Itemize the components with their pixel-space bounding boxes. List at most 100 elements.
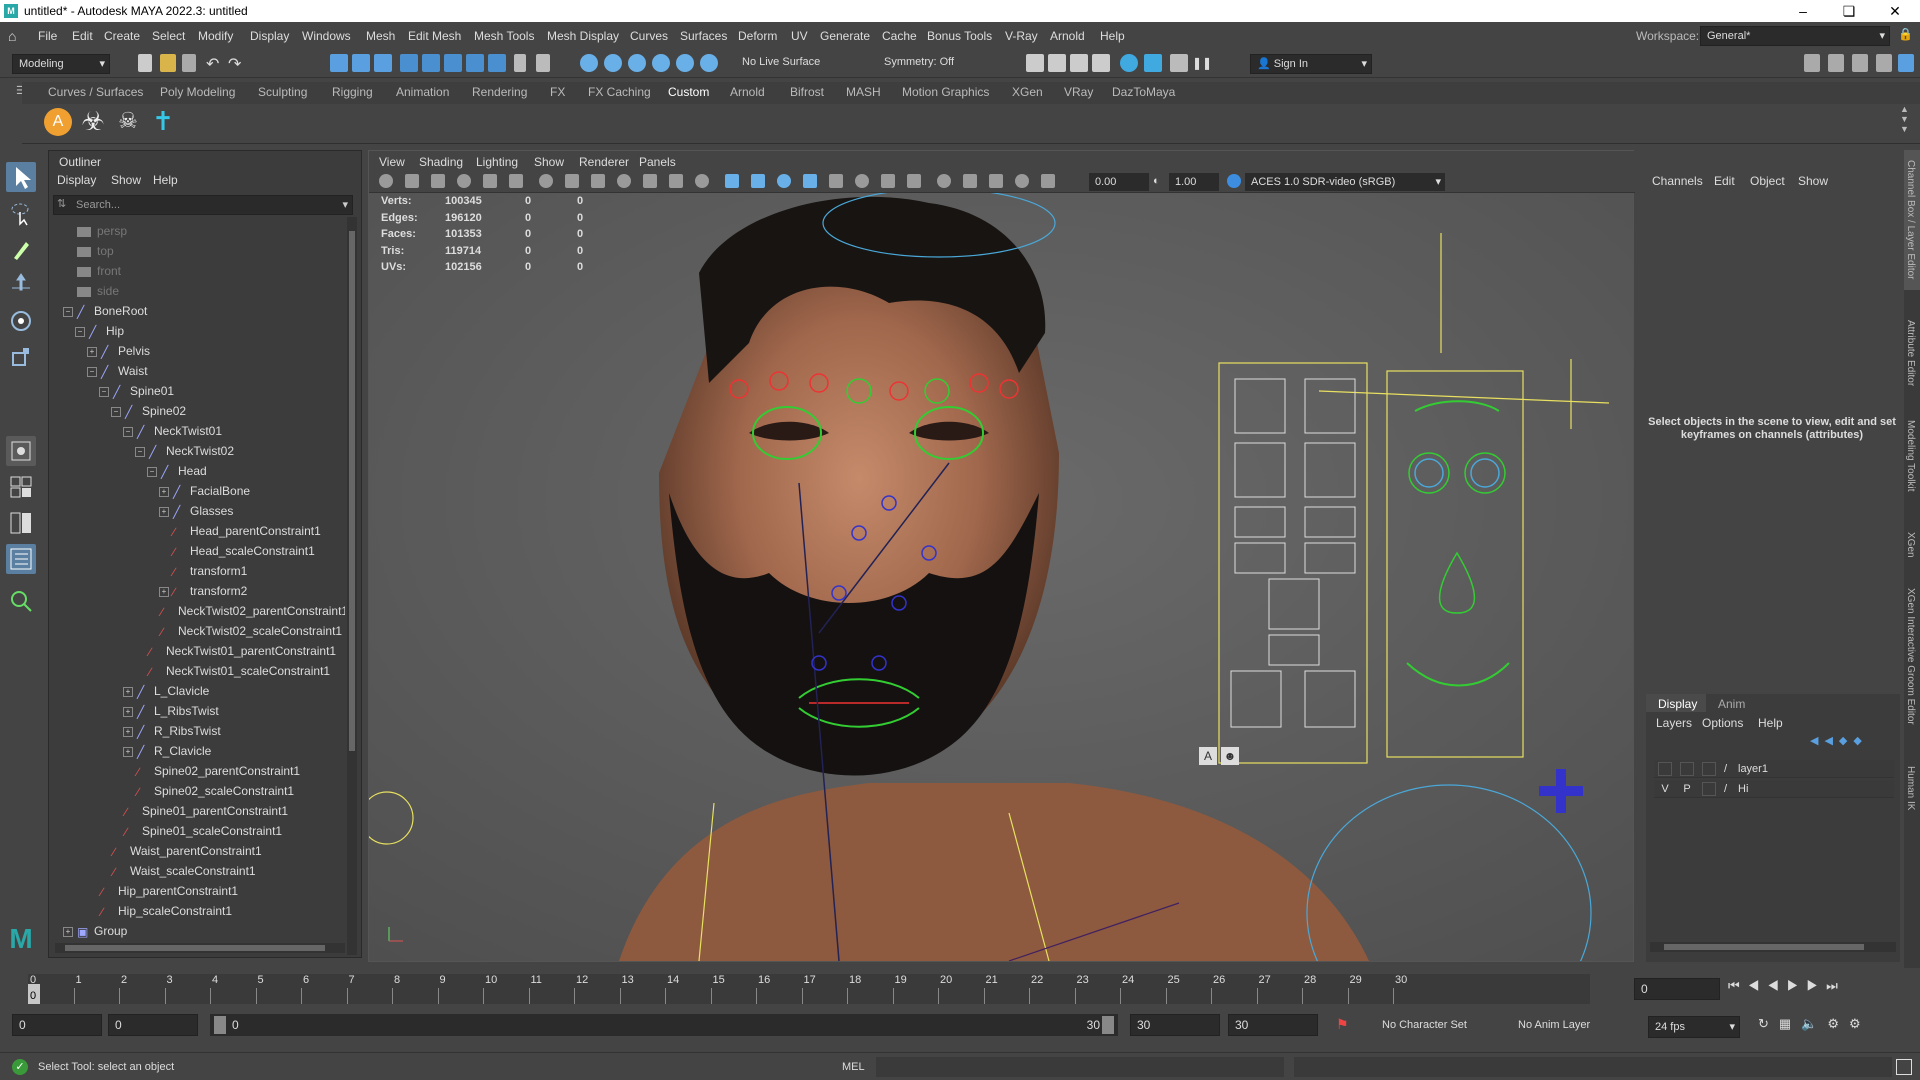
outliner-item[interactable]: − ╱ NeckTwist01 [123,421,222,441]
layer-editor-toggle-icon[interactable] [1898,54,1914,72]
vp-menu-panels[interactable]: Panels [639,155,676,169]
film-gate-icon[interactable] [565,174,579,188]
side-tab-channel-box[interactable]: Channel Box / Layer Editor [1905,160,1916,280]
workspace-select[interactable]: General* ▾ [1700,26,1890,46]
outliner-item[interactable]: ∕ Hip_scaleConstraint1 [87,901,232,921]
gui-button-a[interactable]: A [1199,747,1217,765]
skeleton-shelf-icon[interactable]: ☣ [78,106,108,138]
layer-menu-options[interactable]: Options [1702,716,1743,730]
shelf-tab[interactable]: Curves / Surfaces [48,85,143,99]
outliner-layout-icon[interactable] [6,544,36,574]
layer-visibility-toggle[interactable] [1658,762,1672,776]
layer-tab-display[interactable]: Display [1658,697,1697,711]
outliner-item[interactable]: side [63,281,119,301]
outliner-item[interactable]: ∕ Hip_parentConstraint1 [87,881,238,901]
backface-icon[interactable] [1041,174,1055,188]
mask-curves-icon[interactable] [444,54,462,72]
outliner-vscrollbar[interactable] [347,217,357,955]
character-set-select[interactable]: No Character Set [1382,1019,1467,1031]
menu-edit-mesh[interactable]: Edit Mesh [408,29,461,43]
layer-action-icons[interactable]: ◀◀◆◆ [1810,734,1896,750]
shelf-tab[interactable]: Animation [396,85,449,99]
script-language-toggle[interactable]: MEL [842,1061,865,1073]
outliner-item[interactable]: + ∕ transform2 [159,581,247,601]
menu-vray[interactable]: V-Ray [1005,29,1038,43]
playback-controls[interactable]: ⏮◀◀▶▶⏭ [1728,978,1914,1000]
menu-select[interactable]: Select [152,29,185,43]
expand-toggle-icon[interactable]: − [63,306,73,317]
outliner-item[interactable]: persp [63,221,127,241]
layer-name[interactable]: Hi [1738,780,1748,798]
expand-toggle-icon[interactable]: + [87,346,97,357]
outliner-scroll-thumb[interactable] [349,231,355,751]
expand-toggle-icon[interactable]: − [123,426,133,437]
use-lights-icon[interactable] [829,174,843,188]
layer-color-swatch[interactable] [1702,782,1716,796]
search-icon[interactable] [6,586,36,616]
menu-generate[interactable]: Generate [820,29,870,43]
paint-select-tool-icon[interactable] [6,234,36,264]
isolate-select-icon[interactable] [963,174,977,188]
wireframe-icon[interactable] [725,174,739,188]
outliner-item[interactable]: ∕ Spine01_scaleConstraint1 [111,821,282,841]
outliner-item[interactable]: ∕ NeckTwist02_parentConstraint1 [147,601,345,621]
outliner-item[interactable]: + ╱ R_Clavicle [123,741,211,761]
camera-select-icon[interactable] [379,174,393,188]
image-plane-icon[interactable] [457,174,471,188]
cb-menu-object[interactable]: Object [1750,174,1785,188]
menu-display[interactable]: Display [250,29,289,43]
outliner-item[interactable]: + ╱ FacialBone [159,481,250,501]
side-tab-human-ik[interactable]: Human IK [1905,766,1916,810]
fps-select[interactable]: 24 fps ▾ [1648,1016,1740,1038]
select-component-icon[interactable] [374,54,392,72]
minimize-button[interactable]: – [1780,0,1826,22]
gate-mask-icon[interactable] [617,174,631,188]
layer-name[interactable]: layer1 [1738,760,1768,778]
near-clip-field[interactable]: 0.00 [1089,173,1149,191]
range-end-handle[interactable] [1102,1016,1114,1034]
outliner-item[interactable]: − ╱ BoneRoot [63,301,147,321]
outliner-item[interactable]: ∕ Head_parentConstraint1 [159,521,321,541]
shelf-tab-active[interactable]: Custom [668,85,709,99]
menu-help[interactable]: Help [1100,29,1125,43]
colorspace-select[interactable]: ACES 1.0 SDR-video (sRGB) ▾ [1245,173,1445,191]
sign-in-button[interactable]: 👤 Sign In ▾ [1250,54,1372,74]
select-hierarchy-icon[interactable] [330,54,348,72]
expand-toggle-icon[interactable]: − [87,366,97,377]
current-frame-field[interactable]: 0 [1634,978,1720,1000]
ambient-occlusion-icon[interactable] [881,174,895,188]
layer-color-swatch[interactable] [1702,762,1716,776]
home-icon[interactable]: ⌂ [8,28,22,44]
mask-surfaces-icon[interactable] [466,54,484,72]
field-chart-icon[interactable] [643,174,657,188]
single-view-icon[interactable] [6,436,36,466]
expand-toggle-icon[interactable]: + [123,746,133,757]
depth-of-field-icon[interactable] [937,174,951,188]
expand-toggle-icon[interactable]: + [159,486,169,497]
menu-cache[interactable]: Cache [882,29,917,43]
layer-menu-layers[interactable]: Layers [1656,716,1692,730]
expand-toggle-icon[interactable]: + [123,706,133,717]
outliner-item[interactable]: top [63,241,114,261]
cb-menu-edit[interactable]: Edit [1714,174,1735,188]
outliner-item[interactable]: ∕ Waist_parentConstraint1 [99,841,262,861]
scene-end-field[interactable]: 30 [1228,1014,1318,1036]
range-start-handle[interactable] [214,1016,226,1034]
outliner-item[interactable]: ∕ NeckTwist01_scaleConstraint1 [135,661,330,681]
expand-toggle-icon[interactable]: − [135,446,145,457]
layer-row[interactable]: / layer1 [1654,760,1894,778]
snap-surface-icon[interactable] [676,54,694,72]
outliner-item[interactable]: − ╱ NeckTwist02 [135,441,234,461]
expand-toggle-icon[interactable]: − [147,466,157,477]
render-view-icon[interactable] [1092,54,1110,72]
mask-joints-icon[interactable] [422,54,440,72]
outliner-item[interactable]: ∕ Head_scaleConstraint1 [159,541,315,561]
outliner-item[interactable]: − ╱ Waist [87,361,148,381]
outliner-menu-display[interactable]: Display [57,173,96,187]
exposure-icon[interactable]: ◐ [1153,175,1160,187]
expand-toggle-icon[interactable]: + [159,586,169,597]
shelf-tab[interactable]: Sculpting [258,85,307,99]
layer-row[interactable]: V P / Hi [1654,780,1894,798]
expand-toggle-icon[interactable]: + [63,926,73,937]
mel-command-input[interactable] [876,1057,1284,1077]
